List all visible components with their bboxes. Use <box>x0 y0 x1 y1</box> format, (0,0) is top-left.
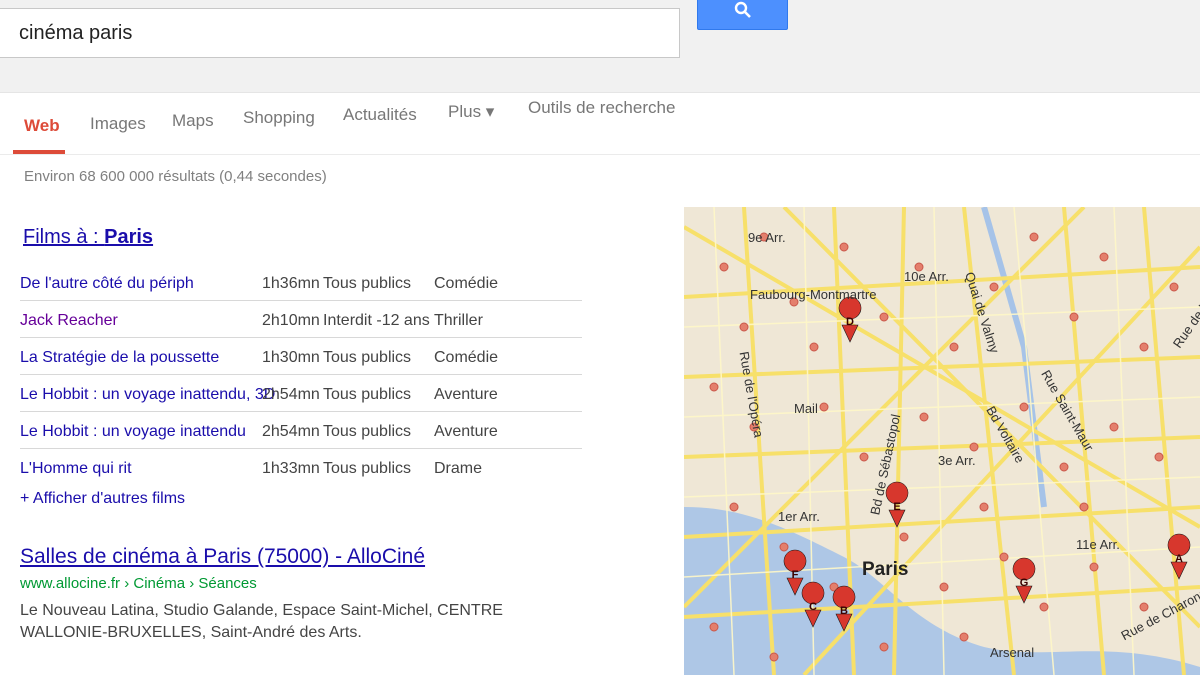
film-genre: Aventure <box>434 386 498 403</box>
search-tabs: Web Images Maps Shopping Actualités Plus… <box>0 92 1200 155</box>
tab-images[interactable]: Images <box>90 114 146 134</box>
map-panel[interactable]: D E F C B G A 9e Arr. 10e Arr. Faubourg-… <box>684 207 1200 675</box>
result-url[interactable]: www.allocine.fr › Cinéma › Séances <box>20 575 257 592</box>
film-genre: Comédie <box>434 275 499 292</box>
film-row: Le Hobbit : un voyage inattendu 2h54mn T… <box>20 411 582 449</box>
film-row: La Stratégie de la poussette 1h30mn Tous… <box>20 337 582 375</box>
film-rating: Tous publics <box>323 275 412 292</box>
film-row: Le Hobbit : un voyage inattendu, 3D 2h54… <box>20 374 582 412</box>
film-duration: 2h54mn <box>262 386 320 403</box>
film-name-link[interactable]: L'Homme qui rit <box>20 460 132 478</box>
film-row: L'Homme qui rit 1h33mn Tous publics Dram… <box>20 448 582 485</box>
film-name-link[interactable]: Le Hobbit : un voyage inattendu <box>20 423 246 441</box>
map-marker-d-letter: D <box>846 316 854 328</box>
map-label: 11e Arr. <box>1076 537 1120 552</box>
film-genre: Comédie <box>434 349 499 366</box>
film-genre: Drame <box>434 460 483 477</box>
film-rating: Tous publics <box>323 460 412 477</box>
film-genre: Aventure <box>434 423 498 440</box>
result-snippet: Le Nouveau Latina, Studio Galande, Espac… <box>20 602 503 641</box>
films-title-prefix: Films à : <box>23 226 105 248</box>
film-duration: 1h36mn <box>262 275 320 292</box>
film-rating: Tous publics <box>323 349 412 366</box>
map-marker-e-letter: E <box>893 501 900 513</box>
map-label: 1er Arr. <box>778 509 820 524</box>
film-name-link[interactable]: De l'autre côté du périph <box>20 275 194 293</box>
film-duration: 2h10mn <box>262 312 320 329</box>
map-label: 10e Arr. <box>904 269 949 284</box>
film-duration: 1h33mn <box>262 460 320 477</box>
map-marker-c-letter: C <box>809 601 817 613</box>
film-duration: 2h54mn <box>262 423 320 440</box>
map-label: 3e Arr. <box>938 453 976 468</box>
map-marker-f-letter: F <box>792 569 799 581</box>
film-name-link[interactable]: Jack Reacher <box>20 312 118 330</box>
film-duration: 1h30mn <box>262 349 320 366</box>
film-name-link[interactable]: Le Hobbit : un voyage inattendu, 3D <box>20 386 275 404</box>
film-rating: Tous publics <box>323 386 412 403</box>
map-label: Mail <box>794 401 818 416</box>
film-rating: Tous publics <box>323 423 412 440</box>
tab-actualites[interactable]: Actualités <box>343 105 417 125</box>
search-input[interactable] <box>19 19 659 47</box>
film-row: Jack Reacher 2h10mn Interdit -12 ans Thr… <box>20 300 582 338</box>
films-title-link[interactable]: Films à : Paris <box>23 226 153 249</box>
map-marker-a-letter: A <box>1175 553 1183 565</box>
map-label: Faubourg-Montmartre <box>750 287 877 302</box>
map-label-paris: Paris <box>862 559 909 580</box>
film-name-link[interactable]: La Stratégie de la poussette <box>20 349 219 367</box>
map-marker-b-letter: B <box>840 605 848 617</box>
result-title-link[interactable]: Salles de cinéma à Paris (75000) - AlloC… <box>20 545 425 569</box>
tab-plus[interactable]: Plus ▾ <box>448 102 494 122</box>
map-label: 9e Arr. <box>748 230 786 245</box>
tab-web[interactable]: Web <box>24 116 60 136</box>
tab-maps[interactable]: Maps <box>172 111 214 131</box>
search-box[interactable] <box>0 8 680 58</box>
map-label: Arsenal <box>990 645 1035 660</box>
film-row: De l'autre côté du périph 1h36mn Tous pu… <box>20 263 582 301</box>
top-bar <box>0 0 1200 93</box>
active-tab-indicator <box>13 150 65 154</box>
film-rating: Interdit -12 ans <box>323 312 430 329</box>
search-button[interactable] <box>697 0 788 30</box>
result-stats: Environ 68 600 000 résultats (0,44 secon… <box>24 168 327 185</box>
film-genre: Thriller <box>434 312 483 329</box>
tab-shopping[interactable]: Shopping <box>243 108 315 128</box>
films-title-city: Paris <box>104 226 154 248</box>
tab-search-tools[interactable]: Outils de recherche <box>528 98 675 118</box>
more-films-link[interactable]: + Afficher d'autres films <box>20 490 185 508</box>
map-marker-g-letter: G <box>1020 577 1029 589</box>
search-icon <box>734 1 751 18</box>
